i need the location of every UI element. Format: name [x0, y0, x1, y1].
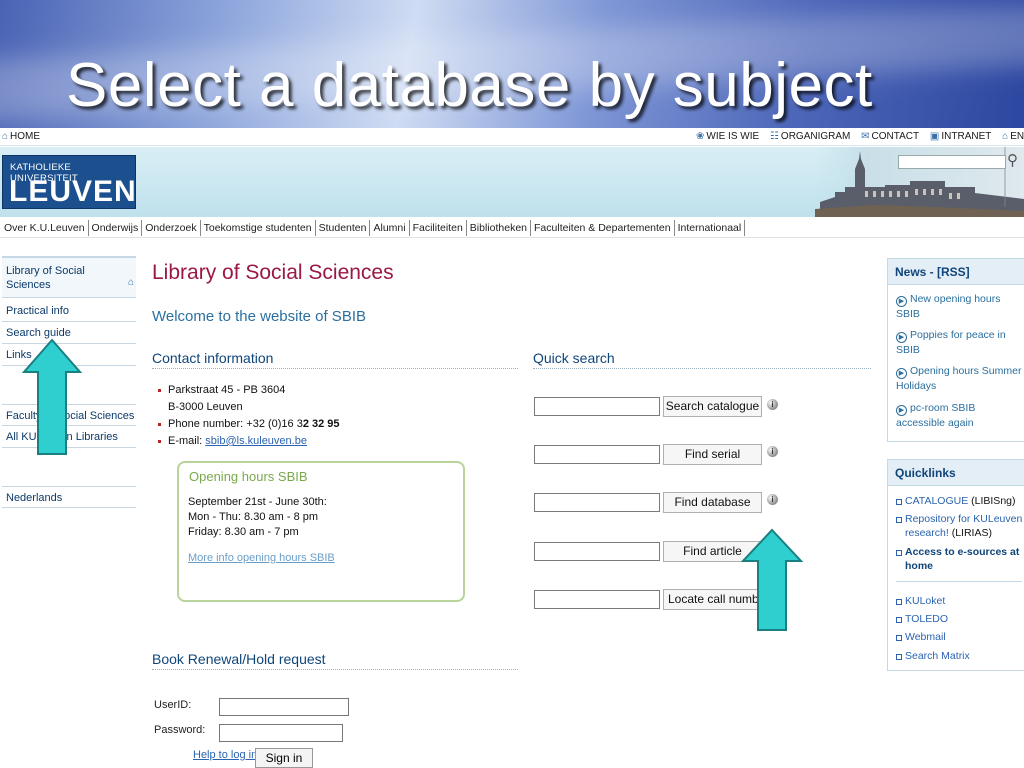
nav-onderwijs[interactable]: Onderwijs — [89, 220, 143, 236]
home-link[interactable]: ⌂ HOME — [2, 131, 40, 142]
userid-label: UserID: — [154, 699, 192, 711]
password-input[interactable] — [219, 724, 343, 742]
address-line: Parkstraat 45 - PB 3604 — [158, 382, 340, 399]
slide-title: Select a database by subject — [66, 51, 873, 120]
info-icon[interactable]: i — [767, 446, 778, 457]
arrow-right-icon: ▶ — [896, 332, 907, 343]
quicklink-kuloket[interactable]: KULoket — [896, 594, 1024, 608]
contact-list: Parkstraat 45 - PB 3604 B-3000 Leuven Ph… — [158, 382, 340, 450]
page-title: Library of Social Sciences — [152, 261, 394, 284]
nav-over-kuleuven[interactable]: Over K.U.Leuven — [0, 220, 89, 236]
find-serial-button[interactable]: Find serial — [663, 444, 762, 465]
sign-in-button[interactable]: Sign in — [255, 748, 313, 768]
utility-link-contact[interactable]: ✉ CONTACT — [861, 131, 919, 142]
find-article-input[interactable] — [534, 542, 660, 561]
opening-hours-link[interactable]: More info opening hours SBIB — [188, 552, 335, 564]
arrow-right-icon: ▶ — [896, 405, 907, 416]
sidebar-item-practical-info[interactable]: Practical info — [2, 300, 136, 322]
contact-heading: Contact information — [152, 350, 518, 369]
find-serial-input[interactable] — [534, 445, 660, 464]
news-item[interactable]: ▶ pc-room SBIB accessible again — [896, 401, 1024, 430]
opening-hours-title: Opening hours SBIB — [189, 469, 308, 484]
quicklink-search-matrix[interactable]: Search Matrix — [896, 649, 1024, 663]
opening-hours-box: Opening hours SBIB September 21st - June… — [177, 461, 465, 602]
search-icon[interactable]: ⚲ — [1007, 151, 1018, 169]
website-viewport: ⌂ HOME ❀ WIE IS WIE ☷ ORGANIGRAM ✉ CONTACT ▣… — [0, 128, 1024, 768]
annotation-arrow-up-icon — [741, 528, 803, 631]
utility-links: ❀ WIE IS WIE ☷ ORGANIGRAM ✉ CONTACT ▣ INTRAN… — [696, 131, 1024, 142]
hierarchy-icon: ☷ — [769, 131, 779, 142]
info-icon[interactable]: i — [767, 494, 778, 505]
search-catalogue-input[interactable] — [534, 397, 660, 416]
quicklinks-title: Quicklinks — [888, 460, 1024, 486]
university-logo[interactable]: KATHOLIEKE UNIVERSITEIT LEUVEN — [2, 155, 136, 209]
utility-bar: ⌂ HOME ❀ WIE IS WIE ☷ ORGANIGRAM ✉ CONTACT ▣… — [0, 128, 1024, 146]
info-icon[interactable]: i — [767, 399, 778, 410]
sidebar-item-library-social-sciences[interactable]: Library of Social Sciences ⌂ — [2, 256, 136, 298]
userid-input[interactable] — [219, 698, 349, 716]
password-label: Password: — [154, 724, 206, 736]
news-item[interactable]: ▶ Poppies for peace in SBIB — [896, 328, 1024, 357]
find-database-input[interactable] — [534, 493, 660, 512]
sidebar-item-nederlands[interactable]: Nederlands — [2, 486, 136, 508]
arrow-right-icon: ▶ — [896, 368, 907, 379]
home-icon: ⌂ — [1002, 131, 1009, 142]
home-icon: ⌂ — [127, 277, 134, 288]
nav-alumni[interactable]: Alumni — [370, 220, 410, 236]
nav-faciliteiten[interactable]: Faciliteiten — [410, 220, 467, 236]
book-renewal-heading: Book Renewal/Hold request — [152, 651, 518, 670]
main-navigation: Over K.U.Leuven Onderwijs Onderzoek Toekoms… — [0, 220, 1024, 238]
nav-toekomstige-studenten[interactable]: Toekomstige studenten — [201, 220, 316, 236]
utility-link-wie-is-wie[interactable]: ❀ WIE IS WIE — [696, 131, 759, 142]
news-title[interactable]: News - [RSS] — [888, 259, 1024, 285]
search-catalogue-button[interactable]: Search catalogue — [663, 396, 762, 417]
slide-banner: Select a database by subject — [0, 0, 1024, 128]
arrow-right-icon: ▶ — [896, 296, 907, 307]
quicklink-e-sources[interactable]: Access to e-sources at home — [896, 545, 1022, 582]
news-panel: News - [RSS] ▶ New opening hours SBIB ▶ Po… — [887, 258, 1024, 442]
annotation-arrow-up-icon — [22, 338, 82, 455]
welcome-heading: Welcome to the website of SBIB — [152, 308, 366, 325]
opening-hours-text: September 21st - June 30th: Mon - Thu: 8… — [188, 496, 327, 538]
locate-call-number-input[interactable] — [534, 590, 660, 609]
email-link[interactable]: sbib@ls.kuleuven.be — [205, 435, 307, 447]
address-city: B-3000 Leuven — [168, 401, 243, 413]
utility-link-organigram[interactable]: ☷ ORGANIGRAM — [770, 131, 850, 142]
nav-internationaal[interactable]: Internationaal — [675, 220, 746, 236]
news-item[interactable]: ▶ New opening hours SBIB — [896, 292, 1024, 321]
quicklink-catalogue[interactable]: CATALOGUE (LIBISng) — [896, 494, 1024, 508]
quicklink-webmail[interactable]: Webmail — [896, 630, 1024, 644]
home-icon: ⌂ — [2, 131, 9, 142]
nav-studenten[interactable]: Studenten — [316, 220, 371, 236]
news-item[interactable]: ▶ Opening hours Summer Holidays — [896, 364, 1024, 393]
find-database-button[interactable]: Find database — [663, 492, 762, 513]
nav-faculteiten-departementen[interactable]: Faculteiten & Departementen — [531, 220, 675, 236]
envelope-icon: ✉ — [861, 131, 870, 142]
site-header: KATHOLIEKE UNIVERSITEIT LEUVEN ⚲ — [0, 147, 1024, 217]
people-icon: ❀ — [696, 131, 705, 142]
help-login-link[interactable]: Help to log in — [193, 749, 257, 761]
lock-icon: ▣ — [929, 131, 940, 142]
utility-link-intranet[interactable]: ▣ INTRANET — [930, 131, 991, 142]
nav-onderzoek[interactable]: Onderzoek — [142, 220, 201, 236]
quicklink-toledo[interactable]: TOLEDO — [896, 612, 1024, 626]
quicklink-repository[interactable]: Repository for KULeuven research! (LIRIA… — [896, 512, 1024, 540]
site-search-input[interactable] — [898, 155, 1006, 169]
nav-bibliotheken[interactable]: Bibliotheken — [467, 220, 532, 236]
phone-number: Phone number: +32 (0)16 32 32 95 — [158, 416, 340, 433]
email-line: E-mail: sbib@ls.kuleuven.be — [158, 433, 340, 450]
utility-link-english[interactable]: ⌂ENGLIS — [1002, 131, 1024, 142]
quick-search-heading: Quick search — [533, 350, 871, 369]
quicklinks-panel: Quicklinks CATALOGUE (LIBISng) Repositor… — [887, 459, 1024, 671]
